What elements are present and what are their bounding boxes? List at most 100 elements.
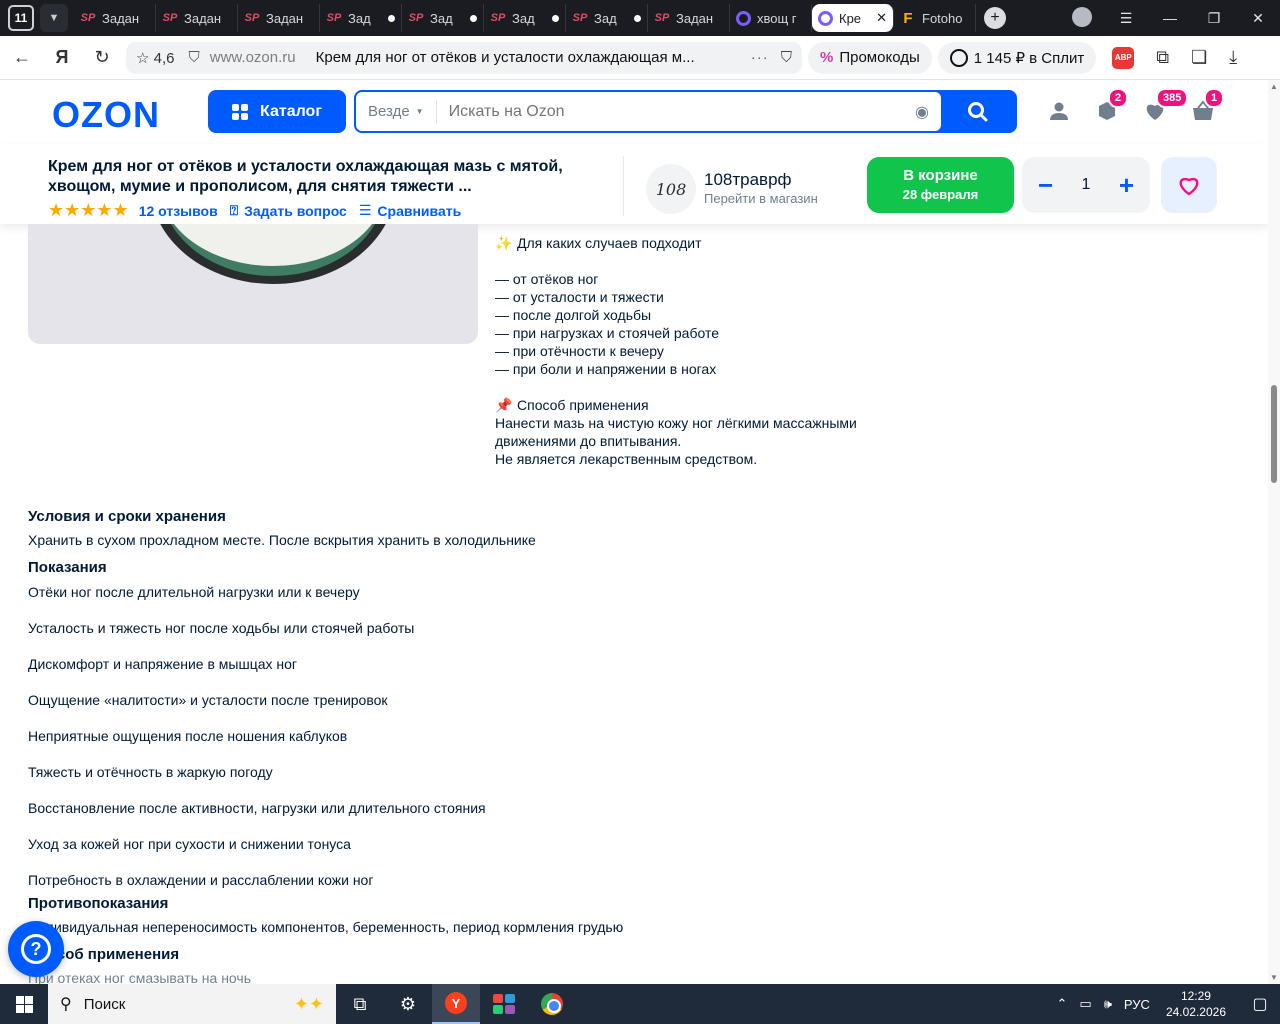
- close-window-button[interactable]: ✕: [1236, 10, 1280, 27]
- browser-tab[interactable]: SP Зад: [484, 4, 566, 32]
- favorites-link[interactable]: 385: [1142, 88, 1189, 124]
- in-cart-button[interactable]: В корзине 28 февраля: [867, 157, 1014, 213]
- yandex-button[interactable]: Я: [44, 40, 80, 76]
- search-icon: ⚲: [60, 996, 72, 1013]
- restore-button[interactable]: ❐: [1192, 10, 1236, 27]
- unsaved-dot-icon: [634, 14, 641, 22]
- ozon-logo[interactable]: OZON: [52, 94, 160, 136]
- tab-list-dropdown[interactable]: ▼: [40, 4, 68, 32]
- browser-tab[interactable]: SP Зад: [402, 4, 484, 32]
- sparkle-icon: ✦✦: [293, 993, 324, 1014]
- start-button[interactable]: [0, 984, 48, 1024]
- back-button[interactable]: ←: [4, 40, 40, 76]
- menu-icon[interactable]: ☰: [1104, 10, 1148, 27]
- adblock-icon[interactable]: ABP: [1112, 46, 1135, 69]
- cart-link[interactable]: 1: [1190, 88, 1225, 124]
- usage-heading: 📌 Способ применения: [495, 396, 915, 414]
- task-view-button[interactable]: ⧉: [336, 984, 384, 1024]
- profile-link[interactable]: [1046, 98, 1072, 124]
- close-tab-icon[interactable]: ✕: [876, 10, 887, 26]
- settings-app[interactable]: ⚙: [384, 984, 432, 1024]
- chevron-up-icon[interactable]: ⌃: [1056, 996, 1067, 1012]
- promocodes-button[interactable]: % Промокоды: [808, 41, 932, 74]
- product-image[interactable]: [28, 224, 478, 344]
- tab-count-button[interactable]: 11: [8, 5, 34, 31]
- compare-icon: ☰: [358, 202, 372, 218]
- browser-tab[interactable]: SP Задан: [238, 4, 320, 32]
- language-indicator[interactable]: РУС: [1124, 997, 1150, 1012]
- taskbar-search[interactable]: ⚲ Поиск ✦✦: [48, 984, 336, 1024]
- search-scope-select[interactable]: Везде ▼: [356, 99, 437, 124]
- scrollbar-thumb[interactable]: [1271, 385, 1277, 483]
- sp-favicon-icon: SP: [326, 12, 342, 24]
- sp-favicon-icon: SP: [80, 12, 96, 24]
- more-icon[interactable]: ···: [751, 49, 769, 66]
- reload-button[interactable]: ↻: [84, 40, 120, 76]
- search-input[interactable]: [436, 102, 916, 121]
- camera-icon[interactable]: ◉: [915, 102, 929, 122]
- catalog-button[interactable]: Каталог: [208, 90, 346, 133]
- url-field[interactable]: ☆ 4,6 ⛉ www.ozon.ru Крем для ног от отёк…: [126, 41, 802, 74]
- windows-logo-icon: [15, 995, 33, 1013]
- chrome-icon: [541, 993, 563, 1015]
- tab-title: Зад: [348, 10, 371, 26]
- favorite-button[interactable]: [1161, 157, 1217, 213]
- browser-tab[interactable]: SP Зад: [566, 4, 648, 32]
- product-specs: Условия и сроки хранения Хранить в сухом…: [28, 508, 1228, 987]
- new-tab-button[interactable]: +: [984, 7, 1006, 29]
- notification-icon[interactable]: ▢: [1240, 994, 1280, 1014]
- occasion-item: — при боли и напряжении в ногах: [495, 361, 717, 377]
- photos-app[interactable]: [480, 984, 528, 1024]
- tab-title: Зад: [512, 10, 535, 26]
- shield-icon[interactable]: ⛉: [188, 49, 199, 66]
- search-button[interactable]: [941, 92, 1015, 131]
- browser-tab[interactable]: SP Задан: [156, 4, 238, 32]
- scroll-up-arrow[interactable]: ▲: [1270, 82, 1278, 91]
- occasions-title: Для каких случаев подходит: [517, 235, 702, 251]
- ask-question-label: Задать вопрос: [244, 202, 347, 219]
- network-icon[interactable]: ▭: [1079, 996, 1091, 1012]
- header-icons: 2 385 1: [1046, 88, 1225, 124]
- ask-question-link[interactable]: ⍰ Задать вопрос: [230, 202, 347, 219]
- decrease-button[interactable]: −: [1038, 172, 1053, 198]
- page-scrollbar[interactable]: ▲ ▼: [1268, 80, 1280, 984]
- compare-link[interactable]: ☰ Сравнивать: [359, 202, 461, 219]
- occasions-heading: ✨ Для каких случаев подходит: [495, 234, 915, 252]
- yandex-browser-icon: Y: [445, 992, 467, 1014]
- browser-tab[interactable]: SP Зад: [320, 4, 402, 32]
- scroll-down-arrow[interactable]: ▼: [1270, 973, 1278, 982]
- split-button[interactable]: 1 145 ₽ в Сплит: [937, 41, 1097, 74]
- browser-tab[interactable]: хвощ г: [730, 4, 812, 32]
- yandex-browser-app[interactable]: Y: [432, 984, 480, 1024]
- heart-outline-icon: [1179, 177, 1199, 196]
- percent-icon: %: [820, 49, 834, 66]
- profile-button[interactable]: [1060, 6, 1104, 30]
- download-icon[interactable]: ⤓: [1229, 47, 1237, 68]
- browser-tab[interactable]: F Fotoho: [894, 4, 976, 32]
- occasion-item: — после долгой ходьбы: [495, 307, 652, 323]
- usage-title: Способ применения: [517, 397, 649, 413]
- collections-icon[interactable]: ❏: [1191, 47, 1207, 68]
- quantity-value: 1: [1081, 176, 1091, 193]
- site-rating[interactable]: ☆ 4,6: [136, 49, 174, 67]
- increase-button[interactable]: +: [1119, 172, 1134, 198]
- clock[interactable]: 12:29 24.02.2026: [1166, 988, 1226, 1020]
- volume-icon[interactable]: 🕪: [1104, 996, 1112, 1012]
- orders-link[interactable]: 2: [1094, 88, 1129, 124]
- go-to-store-link[interactable]: Перейти в магазин: [704, 191, 818, 206]
- split-label: 1 145 ₽ в Сплит: [973, 49, 1085, 67]
- seller-logo[interactable]: 108: [646, 164, 696, 214]
- chrome-app[interactable]: [528, 984, 576, 1024]
- seller-name[interactable]: 108траврф: [704, 170, 792, 190]
- extensions-icon[interactable]: ⧉: [1156, 47, 1169, 68]
- pushpin-icon: 📌: [495, 397, 513, 413]
- browser-tab[interactable]: Кре ✕: [812, 4, 894, 32]
- sp-favicon-icon: SP: [244, 12, 260, 24]
- url-page-title: Крем для ног от отёков и усталости охлаж…: [315, 49, 695, 66]
- help-button[interactable]: ?: [8, 921, 64, 977]
- minimize-button[interactable]: —: [1148, 10, 1192, 26]
- bookmark-icon[interactable]: ⛉: [781, 49, 792, 66]
- browser-tab[interactable]: SP Задан: [648, 4, 730, 32]
- browser-tab[interactable]: SP Задан: [74, 4, 156, 32]
- reviews-link[interactable]: 12 отзывов: [139, 203, 218, 219]
